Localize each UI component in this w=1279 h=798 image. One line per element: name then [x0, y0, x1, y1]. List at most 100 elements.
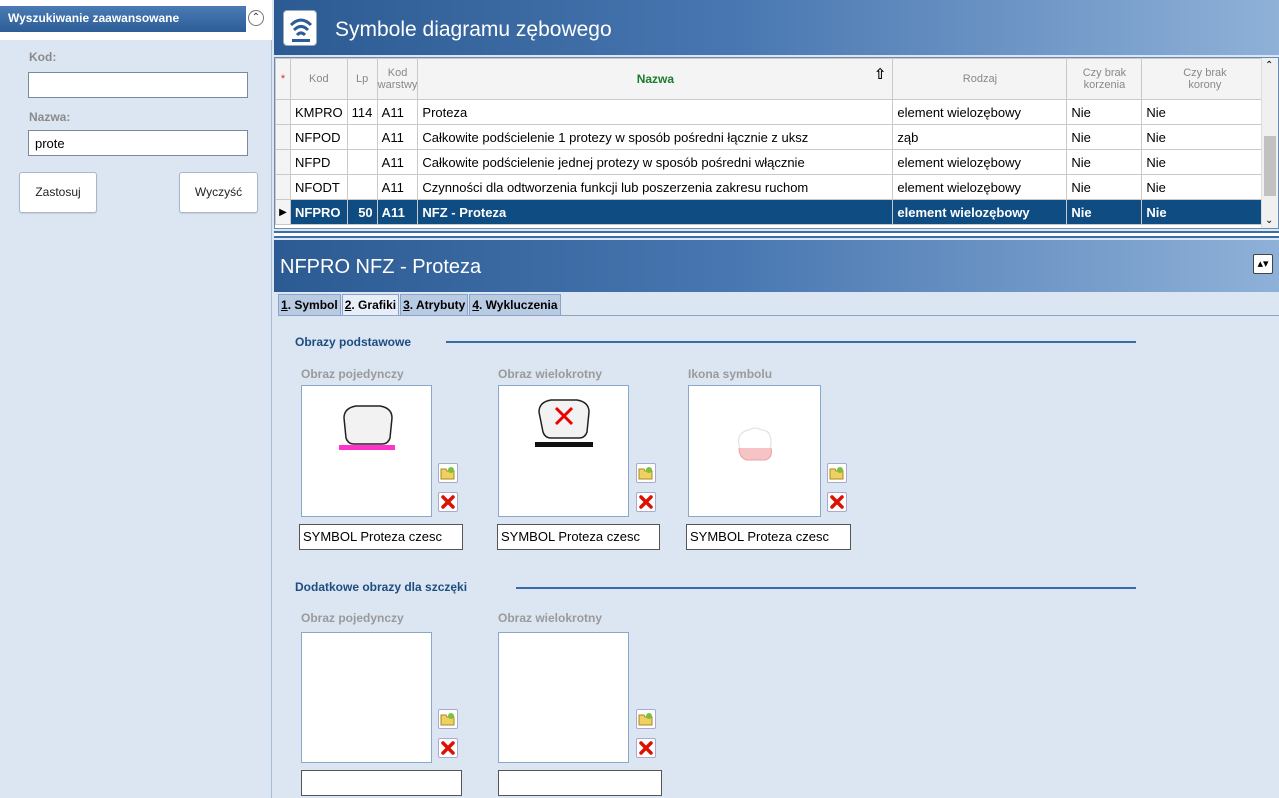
tooth-prosthesis-pink-icon	[339, 405, 395, 450]
row-header[interactable]	[275, 174, 291, 200]
col-nazwa[interactable]: Nazwa ⇧	[417, 58, 894, 100]
cell-lp: 50	[346, 199, 378, 225]
section-basic-images: Obrazy podstawowe	[295, 335, 412, 349]
row-header[interactable]	[275, 124, 291, 150]
open-folder-icon[interactable]	[636, 709, 656, 729]
cell-warstwa: A11	[376, 99, 419, 125]
kod-input[interactable]	[28, 72, 248, 98]
nazwa-label: Nazwa:	[29, 110, 71, 124]
new-row-marker: *	[275, 58, 291, 100]
nazwa-input[interactable]	[28, 130, 248, 156]
open-folder-icon[interactable]	[438, 709, 458, 729]
open-folder-icon[interactable]	[827, 463, 847, 483]
cell-korzenia: Nie	[1066, 99, 1143, 125]
cell-rodzaj: element wielozębowy	[892, 99, 1068, 125]
apply-button[interactable]: Zastosuj	[19, 172, 97, 213]
cell-nazwa: Proteza	[417, 99, 894, 125]
col-lp[interactable]: Lp	[346, 58, 378, 100]
cell-korony: Nie	[1141, 149, 1269, 175]
cell-korzenia: Nie	[1066, 149, 1143, 175]
delete-icon[interactable]	[827, 492, 847, 512]
row-pointer-icon[interactable]: ▶	[275, 199, 291, 225]
cell-nazwa: Całkowite podścielenie 1 protezy w sposó…	[417, 124, 894, 150]
cell-warstwa: A11	[376, 124, 419, 150]
row-header[interactable]	[275, 149, 291, 175]
open-folder-icon[interactable]	[636, 463, 656, 483]
tooth-pink-icon	[738, 427, 772, 461]
cell-korony: Nie	[1141, 124, 1269, 150]
cell-nazwa: Czynności dla odtworzenia funkcji lub po…	[417, 174, 894, 200]
table-row[interactable]: KMPRO 114 A11 Proteza element wielozębow…	[275, 99, 1269, 125]
cell-lp	[346, 174, 378, 200]
tab-atrybuty[interactable]: 3. Atrybuty	[400, 294, 469, 316]
jaw-image-single-label: Obraz pojedynczy	[301, 611, 404, 625]
cell-korzenia: Nie	[1066, 174, 1143, 200]
detail-title: NFPRO NFZ - Proteza	[280, 256, 482, 278]
cell-rodzaj: element wielozębowy	[892, 174, 1068, 200]
col-kod-warstwy-line2: warstwy	[377, 79, 418, 91]
tab-symbol-label: . Symbol	[287, 298, 338, 312]
detail-tabs: 1. Symbol 2. Grafiki 3. Atrybuty 4. Wykl…	[278, 294, 562, 316]
col-korzenia-line1: Czy brak	[1082, 67, 1127, 79]
clear-button[interactable]: Wyczyść	[179, 172, 258, 213]
grid-scrollbar[interactable]: ⌃ ⌄	[1261, 58, 1278, 228]
wifi-tooth-icon	[283, 10, 317, 46]
col-kod-warstwy[interactable]: Kod warstwy	[376, 58, 419, 100]
delete-icon[interactable]	[438, 492, 458, 512]
jaw-image-multi-filename[interactable]	[498, 770, 662, 796]
tab-atrybuty-label: . Atrybuty	[409, 298, 466, 312]
delete-icon[interactable]	[438, 738, 458, 758]
cell-kod: NFODT	[290, 174, 348, 200]
tab-divider	[278, 315, 1279, 316]
collapse-icon[interactable]: ⌃	[248, 10, 264, 26]
sort-arrow-icon: ⇧	[873, 66, 887, 83]
table-row[interactable]: NFPOD A11 Całkowite podścielenie 1 prote…	[275, 124, 1269, 150]
expand-collapse-icon[interactable]: ▴▾	[1253, 254, 1273, 274]
tooth-prosthesis-cross-icon	[535, 399, 593, 447]
image-single-filename[interactable]: SYMBOL Proteza czesc	[299, 524, 463, 550]
image-multi-filename[interactable]: SYMBOL Proteza czesc	[497, 524, 660, 550]
tab-symbol[interactable]: 1. Symbol	[278, 294, 341, 316]
tab-grafiki-label: . Grafiki	[351, 298, 397, 312]
scroll-thumb[interactable]	[1264, 136, 1276, 196]
scroll-down-icon[interactable]: ⌄	[1265, 215, 1273, 226]
delete-icon[interactable]	[636, 492, 656, 512]
cell-kod: NFPRO	[290, 199, 348, 225]
col-kod[interactable]: Kod	[290, 58, 348, 100]
jaw-image-single-filename[interactable]	[301, 770, 462, 796]
search-panel-header: Wyszukiwanie zaawansowane ⌃	[0, 0, 272, 40]
cell-rodzaj: element wielozębowy	[892, 149, 1068, 175]
search-panel-title: Wyszukiwanie zaawansowane	[0, 6, 246, 32]
col-brak-korzenia[interactable]: Czy brak korzenia	[1066, 58, 1143, 100]
jaw-image-multi-preview	[498, 632, 629, 763]
cell-korony: Nie	[1141, 174, 1269, 200]
cell-lp	[346, 149, 378, 175]
tab-symbol-num: 1	[281, 298, 288, 312]
col-brak-korony[interactable]: Czy brak korony	[1141, 58, 1269, 100]
section-divider	[446, 341, 1136, 343]
icon-filename[interactable]: SYMBOL Proteza czesc	[686, 524, 851, 550]
section-upper-jaw-images: Dodatkowe obrazy dla szczęki	[295, 580, 468, 594]
delete-icon[interactable]	[636, 738, 656, 758]
table-row[interactable]: NFODT A11 Czynności dla odtworzenia funk…	[275, 174, 1269, 200]
detail-header: NFPRO NFZ - Proteza ▴▾	[274, 240, 1279, 292]
panel-splitter[interactable]	[274, 231, 1279, 238]
search-panel: Wyszukiwanie zaawansowane ⌃ Kod: Nazwa: …	[0, 0, 272, 798]
col-korony-line2: korony	[1188, 79, 1222, 91]
row-header[interactable]	[275, 99, 291, 125]
cell-korony: Nie	[1141, 99, 1269, 125]
cell-korzenia: Nie	[1066, 199, 1143, 225]
col-rodzaj[interactable]: Rodzaj	[892, 58, 1068, 100]
tab-wykluczenia-label: . Wykluczenia	[479, 298, 558, 312]
table-row[interactable]: NFPD A11 Całkowite podścielenie jednej p…	[275, 149, 1269, 175]
table-row-selected[interactable]: ▶ NFPRO 50 A11 NFZ - Proteza element wie…	[275, 199, 1269, 225]
tab-grafiki[interactable]: 2. Grafiki	[341, 294, 400, 316]
scroll-up-icon[interactable]: ⌃	[1265, 60, 1273, 71]
tab-wykluczenia[interactable]: 4. Wykluczenia	[469, 294, 561, 316]
cell-korzenia: Nie	[1066, 124, 1143, 150]
image-multi-label: Obraz wielokrotny	[498, 367, 603, 381]
icon-preview	[688, 385, 821, 517]
open-folder-icon[interactable]	[438, 463, 458, 483]
main-area: Symbole diagramu zębowego * Kod Lp Kod wa…	[274, 0, 1279, 798]
jaw-image-multi-label: Obraz wielokrotny	[498, 611, 603, 625]
